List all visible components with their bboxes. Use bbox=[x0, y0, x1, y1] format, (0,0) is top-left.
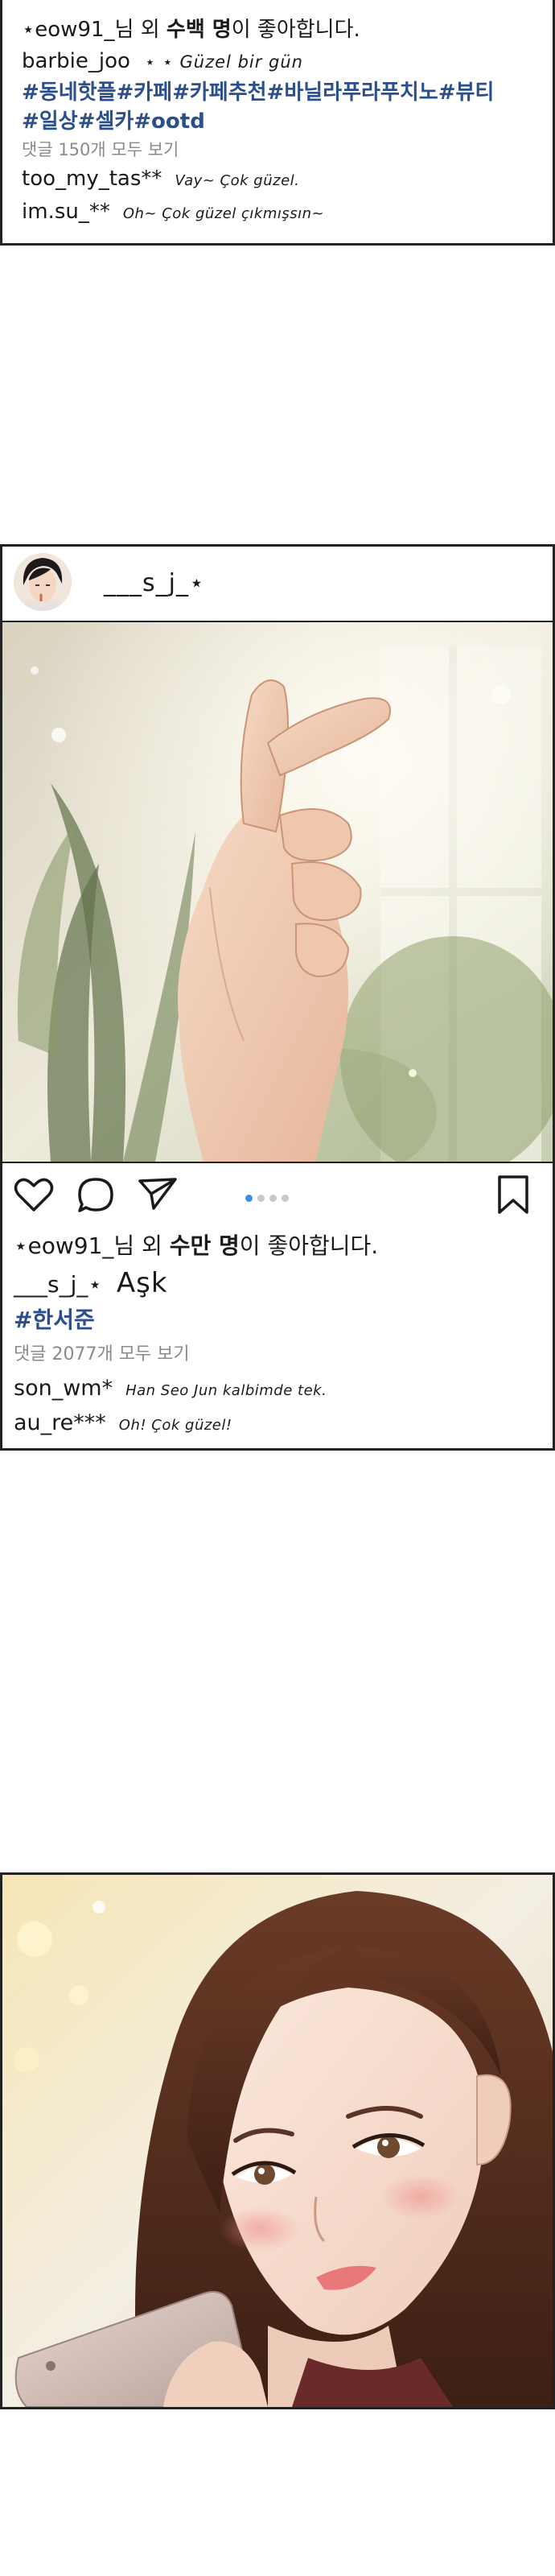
caption-text: Aşk bbox=[116, 1267, 168, 1299]
post-body: ⋆eow91_님 외 수만 명이 좋아합니다. ___s_j_⋆ Aşk #한서준… bbox=[14, 1228, 545, 1442]
girl-smiling-at-phone-illustration bbox=[2, 1875, 553, 2407]
likes-line: ⋆eow91_님 외 수백 명이 좋아합니다. bbox=[22, 14, 533, 45]
heart-icon[interactable] bbox=[14, 1176, 54, 1213]
caption: barbie_joo ⋆ ⋆ Güzel bir gün bbox=[22, 45, 533, 78]
caption-username[interactable]: barbie_joo bbox=[22, 49, 130, 73]
send-icon[interactable] bbox=[138, 1176, 178, 1212]
comment-username[interactable]: im.su_** bbox=[22, 200, 110, 224]
avatar[interactable] bbox=[14, 553, 72, 611]
post-panel-top: ⋆eow91_님 외 수백 명이 좋아합니다. barbie_joo ⋆ ⋆ Gü… bbox=[0, 0, 555, 246]
liker-username[interactable]: ⋆eow91_ bbox=[14, 1232, 113, 1259]
comment-text: Oh~ Çok güzel çıkmışsın~ bbox=[122, 205, 325, 222]
comment-text: Han Seo Jun kalbimde tek. bbox=[125, 1382, 327, 1399]
post-header: ___s_j_⋆ bbox=[2, 547, 553, 622]
hashtag-line[interactable]: #동네핫플#카페#카페추천#바닐라푸라푸치노#뷰티 bbox=[22, 78, 533, 107]
finger-heart-illustration bbox=[2, 622, 553, 1162]
comment-username[interactable]: au_re*** bbox=[14, 1410, 106, 1435]
caption-username[interactable]: ___s_j_⋆ bbox=[14, 1271, 102, 1298]
carousel-dot[interactable] bbox=[282, 1195, 289, 1202]
comment-username[interactable]: too_my_tas** bbox=[22, 167, 162, 191]
comment-item: too_my_tas** Vay~ Çok güzel. bbox=[22, 163, 533, 196]
likes-count[interactable]: 수백 명 bbox=[166, 18, 232, 42]
likes-suffix: 이 좋아합니다. bbox=[239, 1232, 379, 1259]
carousel-dot[interactable] bbox=[245, 1195, 253, 1202]
likes-mid-text: 님 외 bbox=[113, 1232, 170, 1259]
liker-username[interactable]: ⋆eow91_ bbox=[22, 18, 115, 42]
comic-panel-girl-with-phone bbox=[0, 1872, 555, 2409]
post-username[interactable]: ___s_j_⋆ bbox=[104, 569, 205, 597]
comment-username[interactable]: son_wm* bbox=[14, 1376, 113, 1401]
post-panel-hand: ___s_j_⋆ ⋆eow91_님 외 수만 명이 좋아합니다. ___s_j_… bbox=[0, 544, 555, 1451]
carousel-indicator bbox=[245, 1190, 294, 1205]
view-all-comments-link[interactable]: 댓글 150개 모두 보기 bbox=[22, 136, 533, 163]
carousel-dot[interactable] bbox=[257, 1195, 265, 1202]
view-all-comments-link[interactable]: 댓글 2077개 모두 보기 bbox=[14, 1337, 545, 1373]
likes-mid-text: 님 외 bbox=[114, 18, 166, 42]
carousel-dot[interactable] bbox=[269, 1195, 277, 1202]
comment-item: son_wm* Han Seo Jun kalbimde tek. bbox=[14, 1373, 545, 1407]
hashtag-line[interactable]: #일상#셀카#ootd bbox=[22, 107, 533, 136]
action-bar bbox=[2, 1163, 553, 1228]
comment-text: Vay~ Çok güzel. bbox=[175, 172, 300, 189]
likes-count[interactable]: 수만 명 bbox=[170, 1232, 240, 1259]
comment-bubble-icon[interactable] bbox=[76, 1176, 115, 1215]
caption: ___s_j_⋆ Aşk bbox=[14, 1265, 545, 1303]
post-image-finger-heart bbox=[2, 622, 553, 1163]
likes-line: ⋆eow91_님 외 수만 명이 좋아합니다. bbox=[14, 1228, 545, 1265]
caption-text: ⋆ ⋆ Güzel bir gün bbox=[144, 52, 303, 72]
likes-suffix: 이 좋아합니다. bbox=[231, 18, 360, 42]
comment-item: au_re*** Oh! Çok güzel! bbox=[14, 1407, 545, 1442]
bookmark-icon[interactable] bbox=[496, 1174, 530, 1215]
hashtag-line[interactable]: #한서준 bbox=[14, 1303, 545, 1337]
comment-item: im.su_** Oh~ Çok güzel çıkmışsın~ bbox=[22, 196, 533, 229]
avatar-illustration bbox=[14, 553, 72, 611]
comment-text: Oh! Çok güzel! bbox=[118, 1417, 232, 1434]
